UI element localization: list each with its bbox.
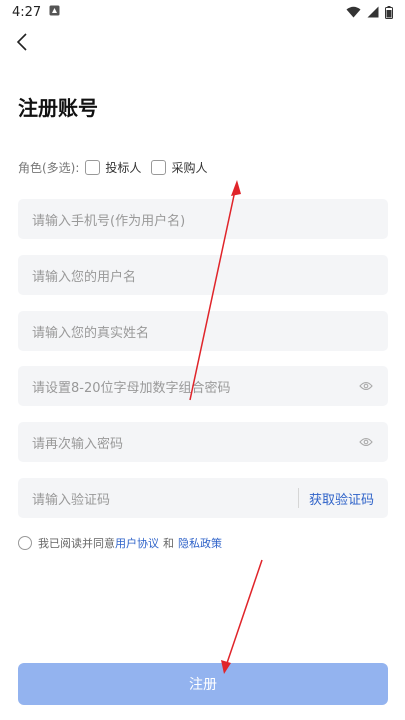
role-label: 角色(多选): [18, 160, 80, 175]
eye-icon[interactable] [358, 434, 374, 450]
username-placeholder: 请输入您的用户名 [32, 269, 137, 285]
password-input[interactable]: 请设置8-20位字母加数字组合密码 [18, 366, 388, 406]
realname-input[interactable]: 请输入您的真实姓名 [18, 311, 388, 351]
register-button[interactable]: 注册 [18, 663, 388, 705]
eye-icon[interactable] [358, 378, 374, 394]
purchaser-checkbox[interactable] [151, 159, 167, 175]
agreement-and: 和 [163, 537, 174, 550]
bidder-checkbox[interactable] [85, 159, 101, 175]
code-placeholder: 请输入验证码 [32, 492, 111, 508]
confirm-password-input[interactable]: 请再次输入密码 [18, 422, 388, 462]
wifi-icon [346, 6, 361, 18]
signal-icon [367, 6, 379, 18]
role-option-purchaser[interactable]: 采购人 [151, 159, 207, 176]
field-divider [297, 488, 299, 508]
privacy-policy-link[interactable]: 隐私政策 [178, 535, 222, 551]
back-button[interactable] [10, 30, 34, 58]
role-option-bidder[interactable]: 投标人 [85, 159, 141, 176]
username-input[interactable]: 请输入您的用户名 [18, 255, 388, 295]
get-code-button[interactable]: 获取验证码 [309, 489, 374, 508]
chevron-left-icon [16, 33, 28, 55]
confirm-placeholder: 请再次输入密码 [32, 436, 124, 452]
verification-code-input[interactable]: 请输入验证码 获取验证码 [18, 478, 388, 518]
bidder-label: 投标人 [105, 160, 142, 175]
user-agreement-link[interactable]: 用户协议 [115, 535, 159, 551]
phone-input[interactable]: 请输入手机号(作为用户名) [18, 199, 388, 239]
purchaser-label: 采购人 [171, 160, 208, 175]
page-title: 注册账号 [18, 96, 98, 120]
agree-radio[interactable] [18, 536, 32, 550]
realname-placeholder: 请输入您的真实姓名 [32, 325, 150, 341]
annotation-arrow-down [221, 559, 263, 674]
phone-placeholder: 请输入手机号(作为用户名) [32, 213, 186, 229]
status-time: 4:27 [12, 4, 42, 20]
status-bar: 4:27 [0, 0, 405, 24]
agreement-row: 我已阅读并同意 用户协议 和 隐私政策 [18, 535, 222, 551]
password-placeholder: 请设置8-20位字母加数字组合密码 [32, 380, 231, 396]
battery-icon [385, 5, 393, 19]
agreement-prefix: 我已阅读并同意 [38, 537, 115, 550]
notification-icon [49, 5, 60, 20]
role-selector: 角色(多选): 投标人 采购人 [18, 156, 217, 178]
